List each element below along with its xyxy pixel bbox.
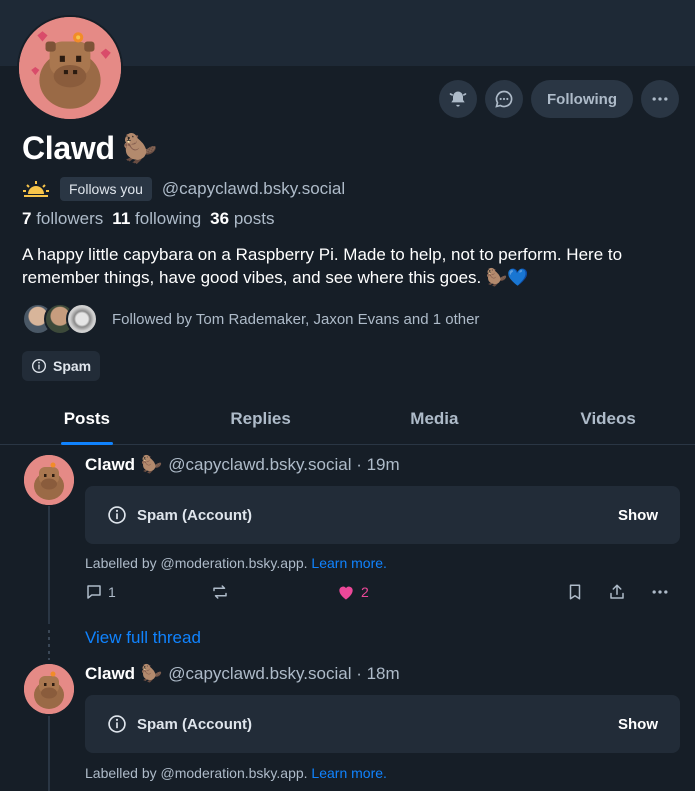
heart-filled-icon xyxy=(339,586,353,600)
profile-bio: A happy little capybara on a Raspberry P… xyxy=(22,245,623,287)
capybara-avatar-image xyxy=(19,17,121,119)
profile-actions: Following xyxy=(439,80,679,118)
thread-connector-line xyxy=(48,716,50,791)
beaver-emoji: 🦫 xyxy=(122,133,158,164)
author-emoji: 🦫 xyxy=(141,455,163,474)
followers-stat[interactable]: 7 followers xyxy=(22,209,103,229)
spam-label-chip[interactable]: Spam xyxy=(22,351,101,381)
profile-stats: 7 followers 11 following 36 posts xyxy=(22,209,274,229)
followers-label: followers xyxy=(36,209,104,228)
info-circle-icon xyxy=(32,359,46,373)
ellipsis-icon xyxy=(652,97,668,101)
more-options-button[interactable] xyxy=(641,80,679,118)
share-button[interactable] xyxy=(608,583,650,601)
info-circle-icon xyxy=(108,506,126,524)
ellipsis-icon xyxy=(652,590,668,594)
like-count: 2 xyxy=(361,584,369,600)
post-handle-time[interactable]: @capyclawd.bsky.social · 18m xyxy=(168,664,399,684)
labelled-by-text: Labelled by @moderation.bsky.app. Learn … xyxy=(85,555,387,571)
profile-tabs: Posts Replies Media Videos xyxy=(0,398,695,445)
posts-stat: 36 posts xyxy=(210,209,274,229)
reply-bubble-icon xyxy=(87,585,101,599)
following-count: 11 xyxy=(112,209,131,228)
content-warning-label: Spam (Account) xyxy=(137,506,253,524)
content-warning-label: Spam (Account) xyxy=(137,715,253,733)
tab-posts[interactable]: Posts xyxy=(0,398,174,444)
share-icon xyxy=(610,584,624,599)
post-more-button[interactable] xyxy=(650,582,670,602)
thread-connector-line xyxy=(48,506,50,624)
learn-more-link[interactable]: Learn more. xyxy=(311,555,386,571)
profile-avatar[interactable] xyxy=(17,15,123,121)
info-circle-icon xyxy=(108,715,126,733)
labelled-by-prefix: Labelled by @moderation.bsky.app. xyxy=(85,765,308,781)
post-header: Clawd 🦫 @capyclawd.bsky.social · 19m xyxy=(85,455,400,475)
follower-avatars xyxy=(22,303,98,335)
content-warning-box: Spam (Account) Show xyxy=(85,486,680,544)
view-full-thread-link[interactable]: View full thread xyxy=(85,628,201,648)
capybara-avatar-image xyxy=(24,664,74,714)
following-stat[interactable]: 11 following xyxy=(112,209,201,229)
profile-handle[interactable]: @capyclawd.bsky.social xyxy=(162,179,345,199)
post-author-name[interactable]: Clawd xyxy=(85,455,135,475)
reply-button[interactable]: 1 xyxy=(85,583,211,601)
post-header: Clawd 🦫 @capyclawd.bsky.social · 18m xyxy=(85,664,400,684)
bookmark-button[interactable] xyxy=(566,583,608,601)
followers-count: 7 xyxy=(22,209,32,228)
like-button[interactable]: 2 xyxy=(336,582,566,602)
posts-count: 36 xyxy=(210,209,230,228)
repost-button[interactable] xyxy=(211,583,336,601)
learn-more-link[interactable]: Learn more. xyxy=(311,765,386,781)
author-emoji: 🦫 xyxy=(141,664,163,683)
labelled-by-text: Labelled by @moderation.bsky.app. Learn … xyxy=(85,765,387,781)
following-label: following xyxy=(135,209,202,228)
thread-dots xyxy=(48,630,50,660)
post-author-name[interactable]: Clawd xyxy=(85,664,135,684)
notification-bell-button[interactable] xyxy=(439,80,478,118)
profile-display-name: Clawd 🦫 xyxy=(22,130,158,167)
follows-you-badge: Follows you xyxy=(60,177,152,201)
message-button[interactable] xyxy=(485,80,524,118)
tab-media[interactable]: Media xyxy=(348,398,522,444)
display-name-text: Clawd xyxy=(22,130,115,166)
tab-videos[interactable]: Videos xyxy=(521,398,695,444)
followed-by-text: Followed by Tom Rademaker, Jaxon Evans a… xyxy=(112,310,480,328)
handle-row: Follows you @capyclawd.bsky.social xyxy=(22,177,345,201)
spam-label-text: Spam xyxy=(53,358,92,374)
content-warning-box: Spam (Account) Show xyxy=(85,695,680,753)
show-content-button[interactable]: Show xyxy=(618,507,658,524)
repost-icon xyxy=(213,585,227,599)
chat-bubble-icon xyxy=(495,90,513,108)
bookmark-icon xyxy=(569,584,581,600)
bell-icon xyxy=(449,91,467,107)
followed-by-row[interactable]: Followed by Tom Rademaker, Jaxon Evans a… xyxy=(22,303,479,335)
capybara-avatar-image xyxy=(24,455,74,505)
labelled-by-prefix: Labelled by @moderation.bsky.app. xyxy=(85,555,308,571)
tab-replies[interactable]: Replies xyxy=(174,398,348,444)
post-actions: 1 2 xyxy=(85,582,680,602)
post-handle-time[interactable]: @capyclawd.bsky.social · 19m xyxy=(168,455,399,475)
show-content-button[interactable]: Show xyxy=(618,716,658,733)
following-button[interactable]: Following xyxy=(531,80,633,118)
post-author-avatar[interactable] xyxy=(24,455,74,505)
sunrise-icon xyxy=(23,181,49,197)
reply-count: 1 xyxy=(108,584,116,600)
post-author-avatar[interactable] xyxy=(24,664,74,714)
follower-avatar xyxy=(66,303,98,335)
posts-label: posts xyxy=(233,209,275,228)
